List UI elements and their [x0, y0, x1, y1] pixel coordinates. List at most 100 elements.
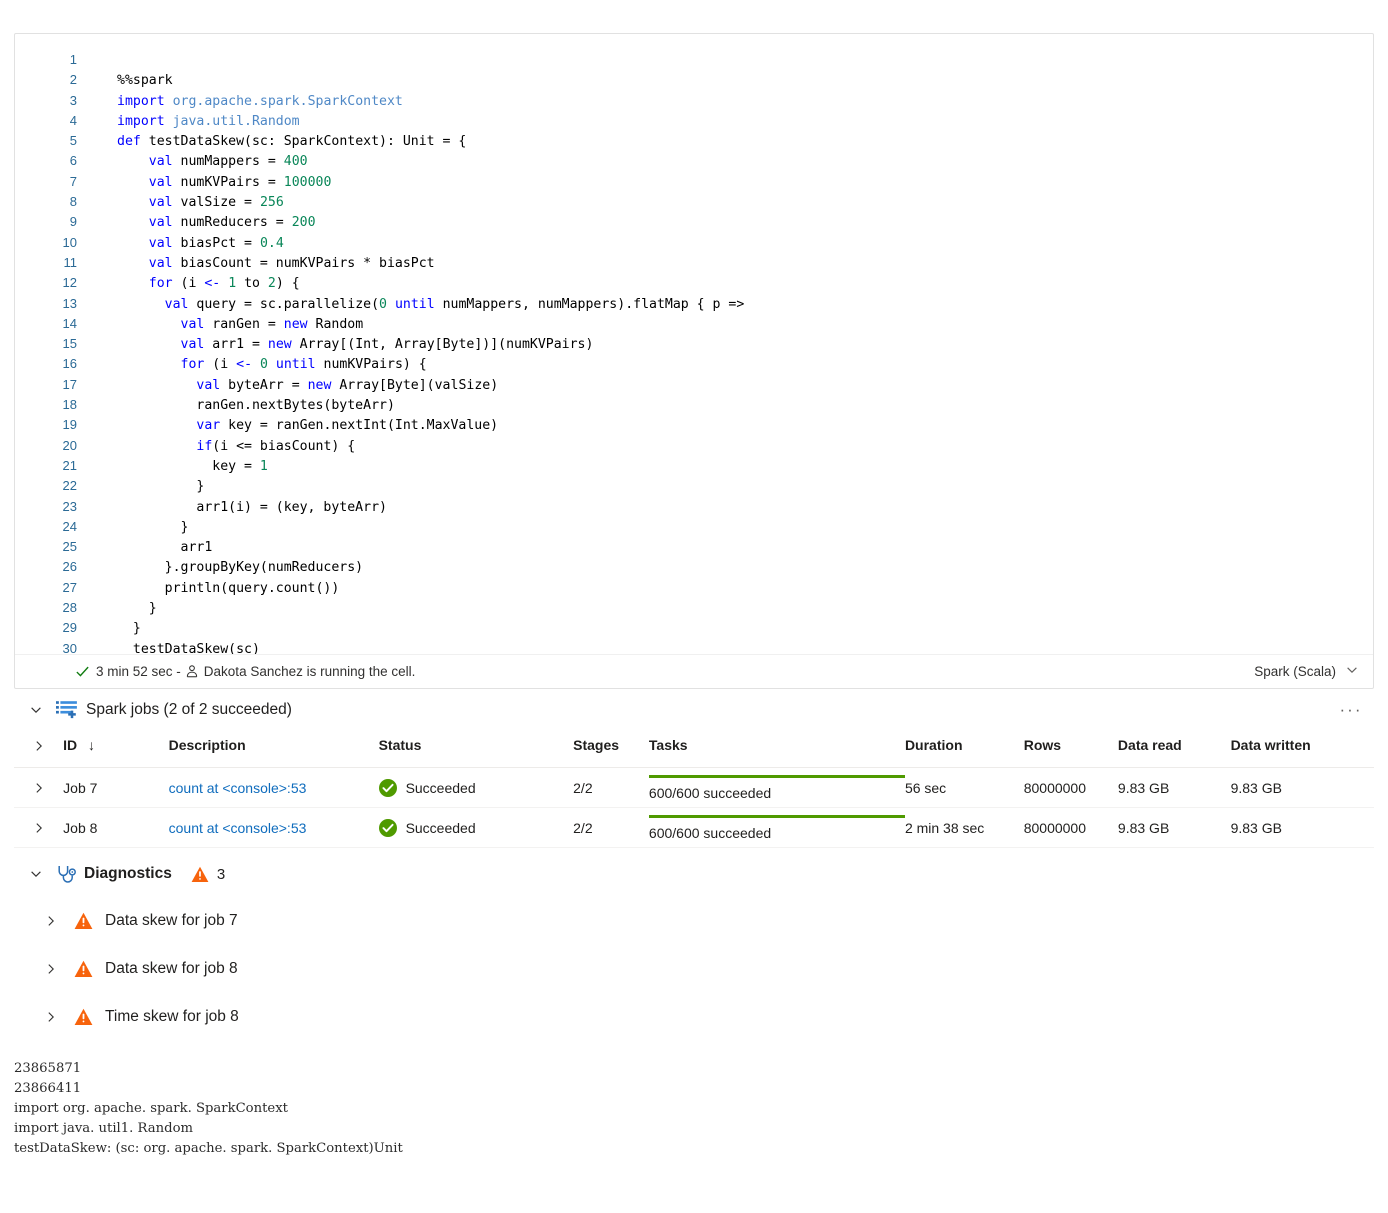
table-row[interactable]: Job 8 count at <console>:53 Succeeded 2/2 60…: [14, 807, 1374, 848]
code-token: Array[(Int, Array[Byte])](numKVPairs): [291, 337, 594, 353]
line-number: 8: [69, 194, 77, 210]
code-line-text: for (i <- 1 to 2) {: [77, 274, 300, 294]
line-number: 16: [62, 356, 77, 372]
line-number: 5: [69, 133, 77, 149]
code-line[interactable]: 24 }: [15, 517, 1373, 537]
code-token: 0.4: [259, 235, 284, 251]
code-token: arr1: [117, 540, 213, 556]
code-line[interactable]: 3 import org.apache.spark.SparkContext: [15, 91, 1373, 111]
code-line[interactable]: 14 val ranGen = new Random: [15, 314, 1373, 334]
code-line[interactable]: 13 val query = sc.parallelize(0 until nu…: [15, 294, 1373, 314]
diagnostics-collapse-toggle[interactable]: [22, 867, 50, 881]
col-header-description[interactable]: Description: [168, 731, 379, 768]
chevron-right-icon[interactable]: [14, 781, 63, 795]
chevron-right-icon[interactable]: [14, 821, 63, 835]
code-line[interactable]: 15 val arr1 = new Array[(Int, Array[Byte…: [15, 334, 1373, 354]
code-line[interactable]: 18 ranGen.nextBytes(byteArr): [15, 395, 1373, 415]
chevron-right-icon[interactable]: [36, 1010, 66, 1024]
job-rows-cell: 80000000: [1023, 807, 1118, 848]
job-data-read-cell: 9.83 GB: [1117, 807, 1231, 848]
code-line[interactable]: 7 val numKVPairs = 100000: [15, 172, 1373, 192]
col-header-status[interactable]: Status: [378, 731, 574, 768]
spark-jobs-header[interactable]: Spark jobs (2 of 2 succeeded) ···: [14, 689, 1374, 731]
code-line[interactable]: 23 arr1(i) = (key, byteArr): [15, 497, 1373, 517]
col-header-data-read[interactable]: Data read: [1117, 731, 1231, 768]
code-line[interactable]: 20 if(i <= biasCount) {: [15, 436, 1373, 456]
code-line[interactable]: 27 println(query.count()): [15, 578, 1373, 598]
col-header-rows[interactable]: Rows: [1023, 731, 1118, 768]
code-token: key =: [117, 458, 260, 474]
code-line[interactable]: 16 for (i <- 0 until numKVPairs) {: [15, 354, 1373, 374]
job-description-link[interactable]: count at <console>:53: [169, 780, 307, 796]
code-line[interactable]: 10 val biasPct = 0.4: [15, 233, 1373, 253]
chevron-right-icon[interactable]: [36, 962, 66, 976]
diagnostic-label: Data skew for job 7: [105, 912, 238, 929]
diagnostics-header[interactable]: Diagnostics 3: [14, 851, 1374, 897]
job-status-cell: Succeeded: [378, 767, 574, 808]
table-row[interactable]: Job 7 count at <console>:53 Succeeded 2/2 60…: [14, 767, 1374, 808]
line-number: 21: [62, 457, 77, 473]
row-expand-cell[interactable]: [14, 767, 64, 808]
code-line[interactable]: 25 arr1: [15, 537, 1373, 557]
code-line-text: def testDataSkew(sc: SparkContext): Unit…: [77, 132, 466, 152]
expand-all-header[interactable]: [14, 731, 64, 768]
diagnostic-item[interactable]: Data skew for job 8: [14, 945, 1374, 993]
code-cell[interactable]: 1 2 %%spark 3 import org.apache.spark.SparkC…: [14, 33, 1374, 689]
line-number: 14: [62, 315, 77, 331]
col-header-data-written[interactable]: Data written: [1230, 731, 1374, 768]
code-line[interactable]: 6 val numMappers = 400: [15, 151, 1373, 171]
code-line[interactable]: 2 %%spark: [15, 70, 1373, 90]
code-line[interactable]: 12 for (i <- 1 to 2) {: [15, 273, 1373, 293]
chevron-right-icon[interactable]: [14, 739, 63, 753]
code-line[interactable]: 9 val numReducers = 200: [15, 212, 1373, 232]
code-line[interactable]: 8 val valSize = 256: [15, 192, 1373, 212]
job-description-link[interactable]: count at <console>:53: [169, 820, 307, 836]
code-line-text: val biasCount = numKVPairs * biasPct: [77, 254, 435, 274]
code-line[interactable]: 26 }.groupByKey(numReducers): [15, 557, 1373, 577]
code-token: java.util.Random: [172, 113, 300, 129]
col-header-duration[interactable]: Duration: [904, 731, 1024, 768]
code-line[interactable]: 29 }: [15, 618, 1373, 638]
code-editor[interactable]: 1 2 %%spark 3 import org.apache.spark.SparkC…: [15, 34, 1373, 663]
code-line[interactable]: 28 }: [15, 598, 1373, 618]
spark-jobs-icon: [56, 700, 78, 720]
cell-status-bar: 3 min 52 sec - Dakota Sanchez is running…: [15, 654, 1373, 688]
code-line[interactable]: 1: [15, 50, 1373, 70]
line-number: 11: [63, 254, 78, 270]
code-token: for: [180, 357, 205, 373]
code-line-text: }.groupByKey(numReducers): [77, 558, 364, 578]
warning-icon: [74, 1008, 93, 1026]
code-token: }: [117, 601, 157, 617]
code-line[interactable]: 22 }: [15, 476, 1373, 496]
diagnostic-item[interactable]: Data skew for job 7: [14, 897, 1374, 945]
code-token: <-: [236, 357, 253, 373]
diagnostic-item[interactable]: Time skew for job 8: [14, 993, 1374, 1041]
code-line[interactable]: 11 val biasCount = numKVPairs * biasPct: [15, 253, 1373, 273]
code-line[interactable]: 4 import java.util.Random: [15, 111, 1373, 131]
code-token: Random: [307, 316, 364, 332]
chevron-right-icon[interactable]: [36, 914, 66, 928]
col-header-stages[interactable]: Stages: [573, 731, 649, 768]
diagnostic-label: Time skew for job 8: [105, 1008, 239, 1025]
spark-jobs-collapse-toggle[interactable]: [22, 703, 50, 717]
code-token: 400: [283, 154, 308, 170]
code-line[interactable]: 17 val byteArr = new Array[Byte](valSize…: [15, 375, 1373, 395]
row-expand-cell[interactable]: [14, 807, 64, 848]
code-line[interactable]: 19 var key = ranGen.nextInt(Int.MaxValue…: [15, 415, 1373, 435]
code-line[interactable]: 21 key = 1: [15, 456, 1373, 476]
job-tasks-cell: 600/600 succeeded: [648, 767, 905, 808]
diagnostics-title: Diagnostics: [84, 865, 172, 882]
col-header-id[interactable]: ID ↓: [63, 731, 169, 768]
line-number: 7: [69, 173, 77, 189]
spark-jobs-more-menu[interactable]: ···: [1336, 700, 1366, 720]
code-line[interactable]: 5 def testDataSkew(sc: SparkContext): Uni…: [15, 131, 1373, 151]
warning-icon: [74, 912, 93, 930]
col-header-tasks[interactable]: Tasks: [648, 731, 905, 768]
language-selector[interactable]: Spark (Scala): [1254, 663, 1359, 680]
